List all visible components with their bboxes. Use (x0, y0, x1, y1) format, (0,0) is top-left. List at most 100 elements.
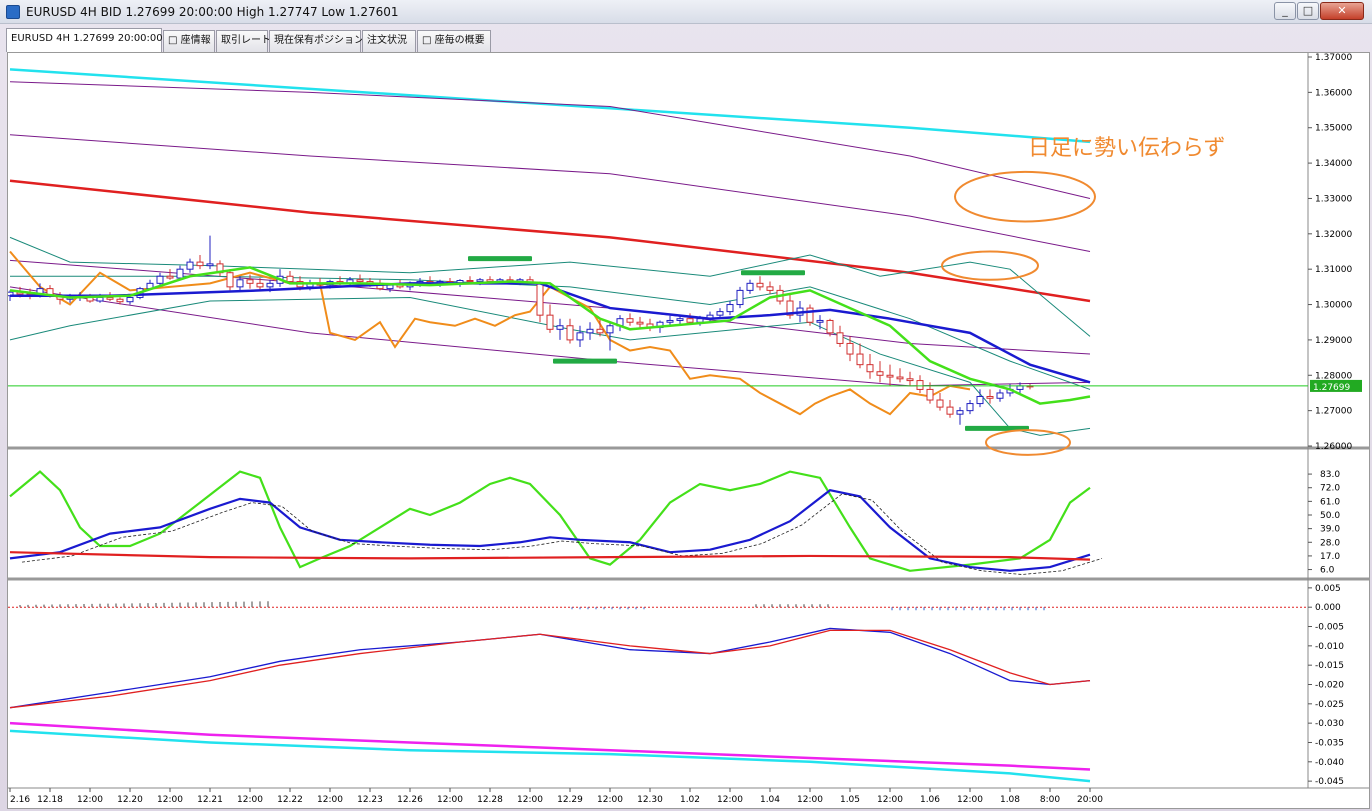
time-tick-label: 12.26 (397, 795, 423, 805)
time-tick-label: 2.16 (10, 795, 30, 805)
time-tick-label: 12:00 (317, 795, 343, 805)
stoch-tick-label: 61.0 (1320, 497, 1340, 507)
candle-body (936, 399, 944, 408)
green-marker-bar (553, 358, 617, 364)
macd-line-0 (9, 627, 1091, 709)
time-tick-label: 8:00 (1040, 795, 1060, 805)
current-price-label: 1.27699 (1313, 383, 1350, 393)
time-tick-label: 12:00 (237, 795, 263, 805)
tab-orders[interactable]: 注文状況 (362, 30, 416, 52)
chart-canvas[interactable]: 1.37000 1.36000 1.35000 1.34000 1.33000 1.320… (8, 53, 1369, 808)
macd-line-2 (9, 729, 1091, 783)
candle-body (476, 279, 484, 283)
candle-body (186, 261, 194, 270)
app-icon (6, 5, 20, 19)
candle-body (556, 325, 564, 330)
time-tick-label: 1.02 (680, 795, 700, 805)
time-tick-label: 12.18 (37, 795, 63, 805)
macd-tick-label: -0.030 (1315, 719, 1344, 729)
candle-body (606, 325, 614, 334)
time-tick-label: 12.22 (277, 795, 303, 805)
candle-body (726, 304, 734, 313)
price-tick-label: 1.34000 (1315, 159, 1352, 169)
time-tick-label: 12:00 (517, 795, 543, 805)
time-tick-label: 12:00 (157, 795, 183, 805)
time-tick-label: 12.23 (357, 795, 383, 805)
tab-positions[interactable]: 現在保有ポジション (269, 30, 364, 52)
price-tick-label: 1.37000 (1315, 53, 1352, 63)
candle-body (856, 353, 864, 366)
tab-account-info[interactable]: □ 座情報 (163, 30, 215, 52)
candle-body (166, 275, 174, 279)
candle-body (196, 261, 204, 267)
tab-chart-eurusd[interactable]: EURUSD 4H 1.27699 20:00:00 (6, 28, 163, 52)
candle-body (226, 272, 234, 288)
candle-body (106, 296, 114, 300)
price-tick-label: 1.29000 (1315, 336, 1352, 346)
candle-body (116, 298, 124, 303)
candle-body (866, 364, 874, 373)
price-tick-label: 1.30000 (1315, 301, 1352, 311)
price-line-purple_top (9, 81, 1091, 199)
candle-body (586, 328, 594, 334)
maximize-button[interactable]: □ (1297, 2, 1319, 20)
time-tick-label: 1.08 (1000, 795, 1020, 805)
price-line-purple_bottom (9, 286, 1091, 387)
macd-tick-label: -0.025 (1315, 700, 1344, 710)
macd-line-1 (9, 629, 1091, 709)
time-tick-label: 12:00 (77, 795, 103, 805)
annotation-ellipse (985, 429, 1071, 456)
macd-line-3 (9, 721, 1091, 771)
candle-body (356, 279, 364, 283)
candle-body (736, 289, 744, 306)
candle-body (886, 374, 894, 378)
candle-body (976, 395, 984, 405)
stoch-tick-label: 39.0 (1320, 525, 1340, 535)
time-tick-label: 1.04 (760, 795, 780, 805)
macd-tick-label: -0.005 (1315, 623, 1344, 633)
candle-body (96, 296, 104, 302)
time-tick-label: 12.29 (557, 795, 583, 805)
candle-body (256, 282, 264, 288)
stoch-tick-label: 28.0 (1320, 538, 1340, 548)
macd-tick-label: 0.000 (1315, 603, 1341, 613)
macd-tick-label: -0.035 (1315, 738, 1344, 748)
candle-body (626, 318, 634, 323)
close-button[interactable]: ✕ (1320, 2, 1364, 20)
chart-area[interactable]: 1.37000 1.36000 1.35000 1.34000 1.33000 1.320… (7, 52, 1370, 809)
green-marker-bar (468, 256, 532, 262)
price-tick-label: 1.28000 (1315, 371, 1352, 381)
macd-tick-label: -0.020 (1315, 681, 1344, 691)
time-tick-label: 20:00 (1077, 795, 1103, 805)
candle-body (946, 406, 954, 415)
minimize-button[interactable]: _ (1274, 2, 1296, 20)
candle-body (266, 282, 274, 288)
candle-body (596, 328, 604, 334)
title-bar: EURUSD 4H BID 1.27699 20:00:00 High 1.27… (0, 0, 1372, 24)
candle-body (896, 376, 904, 380)
candle-body (966, 403, 974, 412)
time-tick-label: 12.20 (117, 795, 143, 805)
tab-rates[interactable]: 取引レート (216, 30, 271, 52)
candle-body (756, 282, 764, 288)
candle-body (576, 332, 584, 341)
candle-body (236, 279, 244, 288)
candle-body (176, 268, 184, 279)
macd-tick-label: 0.005 (1315, 584, 1341, 594)
candle-body (986, 395, 994, 399)
candle-body (536, 282, 544, 316)
time-tick-label: 1.05 (840, 795, 860, 805)
stoch-tick-label: 72.0 (1320, 484, 1340, 494)
price-tick-label: 1.26000 (1315, 442, 1352, 452)
candle-body (156, 275, 164, 284)
time-tick-label: 12:00 (877, 795, 903, 805)
tab-account-summary[interactable]: □ 座毎の概要 (417, 30, 491, 52)
candle-body (206, 263, 214, 267)
candle-body (846, 342, 854, 355)
candle-body (906, 378, 914, 382)
time-tick-label: 12:00 (597, 795, 623, 805)
time-tick-label: 12:00 (437, 795, 463, 805)
stoch-tick-label: 83.0 (1320, 470, 1340, 480)
macd-tick-label: -0.040 (1315, 758, 1344, 768)
stoch-tick-label: 17.0 (1320, 552, 1340, 562)
